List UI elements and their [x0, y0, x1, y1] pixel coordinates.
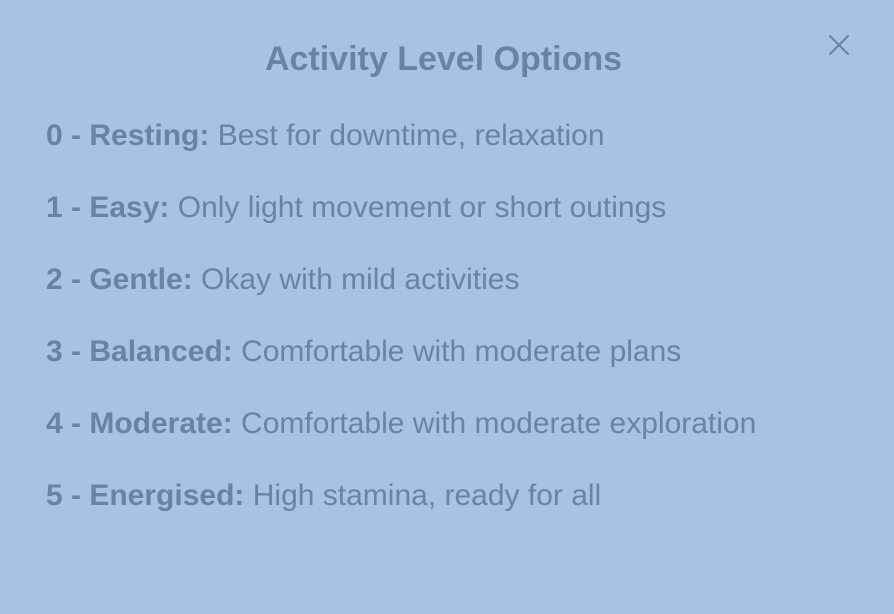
- level-description: High stamina, ready for all: [252, 479, 602, 512]
- close-icon: [829, 35, 849, 55]
- list-item-level-1: 1 - Easy: Only light movement or short o…: [46, 184, 806, 232]
- level-label: 0 - Resting:: [46, 119, 210, 152]
- level-label: 1 - Easy:: [46, 191, 170, 224]
- list-item-level-3: 3 - Balanced: Comfortable with moderate …: [46, 328, 806, 376]
- activity-level-dialog: Activity Level Options 0 - Resting: Best…: [0, 0, 894, 614]
- level-description: Only light movement or short outings: [177, 191, 667, 224]
- list-item-level-0: 0 - Resting: Best for downtime, relaxati…: [46, 112, 806, 160]
- level-label: 2 - Gentle:: [46, 263, 193, 296]
- close-button[interactable]: [824, 30, 854, 60]
- level-label: 5 - Energised:: [46, 479, 245, 512]
- list-item-level-4: 4 - Moderate: Comfortable with moderate …: [46, 400, 806, 448]
- level-label: 4 - Moderate:: [46, 407, 233, 440]
- dialog-title: Activity Level Options: [264, 40, 623, 78]
- activity-level-list: 0 - Resting: Best for downtime, relaxati…: [46, 112, 806, 544]
- level-description: Best for downtime, relaxation: [217, 119, 605, 152]
- level-label: 3 - Balanced:: [46, 335, 233, 368]
- level-description: Comfortable with moderate plans: [241, 335, 682, 368]
- list-item-level-2: 2 - Gentle: Okay with mild activities: [46, 256, 806, 304]
- list-item-level-5: 5 - Energised: High stamina, ready for a…: [46, 472, 806, 520]
- level-description: Comfortable with moderate exploration: [241, 407, 757, 440]
- level-description: Okay with mild activities: [201, 263, 520, 296]
